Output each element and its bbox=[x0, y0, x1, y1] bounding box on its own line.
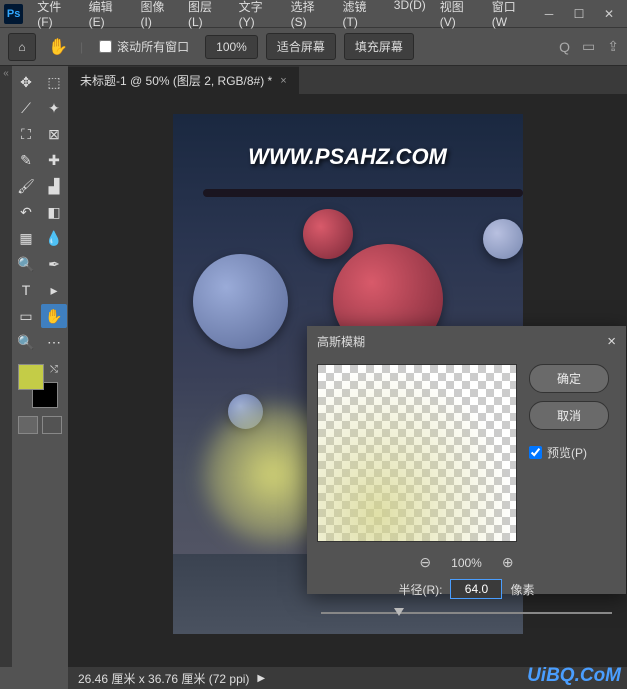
close-button[interactable]: ✕ bbox=[595, 4, 623, 24]
image-lantern bbox=[483, 219, 523, 259]
zoom-out-icon[interactable]: ⊖ bbox=[419, 554, 431, 571]
document-tab[interactable]: 未标题-1 @ 50% (图层 2, RGB/8#) * × bbox=[68, 66, 299, 94]
options-bar: ⌂ ✋ | 滚动所有窗口 100% 适合屏幕 填充屏幕 Q ▭ ⇪ bbox=[0, 28, 627, 66]
healing-tool[interactable]: ✚ bbox=[41, 148, 67, 172]
menu-layer[interactable]: 图层(L) bbox=[182, 0, 231, 32]
menu-3d[interactable]: 3D(D) bbox=[388, 0, 432, 32]
history-brush-tool[interactable]: ↶ bbox=[13, 200, 39, 224]
eraser-tool[interactable]: ◧ bbox=[41, 200, 67, 224]
pen-tool[interactable]: ✒ bbox=[41, 252, 67, 276]
fit-screen-button[interactable]: 适合屏幕 bbox=[266, 33, 336, 60]
move-tool[interactable]: ✥ bbox=[13, 70, 39, 94]
dodge-tool[interactable]: 🔍 bbox=[13, 252, 39, 276]
slider-track bbox=[321, 612, 612, 614]
scroll-all-checkbox[interactable]: 滚动所有窗口 bbox=[91, 38, 197, 55]
gradient-tool[interactable]: ▦ bbox=[13, 226, 39, 250]
toolbox: ✥ ⬚ ⟋ ✦ ⛶ ⊠ ✎ ✚ 🖌 ▟ ↶ ◧ ▦ 💧 🔍 ✒ T ▸ ▭ ✋ … bbox=[12, 66, 68, 667]
swap-colors-icon[interactable]: ⤭ bbox=[50, 364, 62, 376]
hand-tool[interactable]: ✋ bbox=[41, 304, 67, 328]
menu-window[interactable]: 窗口(W bbox=[486, 0, 535, 32]
status-dimensions: 26.46 厘米 x 36.76 厘米 (72 ppi) bbox=[78, 670, 249, 687]
screen-modes bbox=[18, 416, 62, 434]
share-icon[interactable]: ⇪ bbox=[607, 38, 619, 55]
workspace-icon[interactable]: ▭ bbox=[582, 38, 595, 55]
menu-filter[interactable]: 滤镜(T) bbox=[337, 0, 386, 32]
minimize-button[interactable]: ─ bbox=[535, 4, 563, 24]
image-branch bbox=[203, 189, 523, 197]
lasso-tool[interactable]: ⟋ bbox=[13, 96, 39, 120]
radius-label: 半径(R): bbox=[398, 581, 442, 598]
app-logo: Ps bbox=[4, 4, 23, 24]
rectangle-tool[interactable]: ▭ bbox=[13, 304, 39, 328]
tab-close-icon[interactable]: × bbox=[280, 75, 286, 87]
crop-tool[interactable]: ⛶ bbox=[13, 122, 39, 146]
color-swatches[interactable]: ⤭ bbox=[18, 364, 62, 408]
site-watermark: UiBQ.CoM bbox=[527, 665, 621, 687]
marquee-tool[interactable]: ⬚ bbox=[41, 70, 67, 94]
maximize-button[interactable]: ☐ bbox=[565, 4, 593, 24]
fill-screen-button[interactable]: 填充屏幕 bbox=[344, 33, 414, 60]
menu-file[interactable]: 文件(F) bbox=[31, 0, 80, 32]
preview-checkbox-input[interactable] bbox=[529, 446, 542, 459]
panel-collapse-strip[interactable] bbox=[0, 66, 12, 667]
main-menu: 文件(F) 编辑(E) 图像(I) 图层(L) 文字(Y) 选择(S) 滤镜(T… bbox=[31, 0, 535, 32]
radius-row: 半径(R): 像素 bbox=[307, 579, 626, 599]
edit-toolbar[interactable]: ⋯ bbox=[41, 330, 67, 354]
standard-mode[interactable] bbox=[18, 416, 38, 434]
dialog-close-icon[interactable]: × bbox=[607, 333, 616, 350]
menu-edit[interactable]: 编辑(E) bbox=[83, 0, 133, 32]
hand-tool-indicator: ✋ bbox=[44, 33, 72, 61]
scroll-all-input[interactable] bbox=[99, 40, 112, 53]
zoom-in-icon[interactable]: ⊕ bbox=[502, 554, 514, 571]
radius-slider[interactable] bbox=[321, 607, 612, 619]
document-tabs: 未标题-1 @ 50% (图层 2, RGB/8#) * × bbox=[68, 66, 627, 94]
scroll-all-label: 滚动所有窗口 bbox=[117, 38, 189, 55]
brush-tool[interactable]: 🖌 bbox=[13, 174, 39, 198]
titlebar: Ps 文件(F) 编辑(E) 图像(I) 图层(L) 文字(Y) 选择(S) 滤… bbox=[0, 0, 627, 28]
radius-unit: 像素 bbox=[510, 581, 534, 598]
blur-preview[interactable] bbox=[317, 364, 517, 542]
menu-text[interactable]: 文字(Y) bbox=[233, 0, 283, 32]
zoom-tool[interactable]: 🔍 bbox=[13, 330, 39, 354]
frame-tool[interactable]: ⊠ bbox=[41, 122, 67, 146]
quickmask-mode[interactable] bbox=[42, 416, 62, 434]
preview-zoom-controls: ⊖ 100% ⊕ bbox=[307, 554, 626, 571]
default-colors-icon[interactable] bbox=[18, 396, 30, 408]
menu-image[interactable]: 图像(I) bbox=[135, 0, 181, 32]
ok-button[interactable]: 确定 bbox=[529, 364, 609, 393]
menu-view[interactable]: 视图(V) bbox=[434, 0, 484, 32]
stamp-tool[interactable]: ▟ bbox=[41, 174, 67, 198]
type-tool[interactable]: T bbox=[13, 278, 39, 302]
image-lantern bbox=[303, 209, 353, 259]
gaussian-blur-dialog: 高斯模糊 × 确定 取消 预览(P) ⊖ 100% ⊕ 半径(R): 像素 bbox=[307, 326, 626, 594]
foreground-color[interactable] bbox=[18, 364, 44, 390]
menu-select[interactable]: 选择(S) bbox=[285, 0, 335, 32]
document-tab-title: 未标题-1 @ 50% (图层 2, RGB/8#) * bbox=[80, 72, 272, 89]
dialog-title: 高斯模糊 bbox=[317, 333, 365, 350]
search-icon[interactable]: Q bbox=[559, 39, 570, 55]
preview-checkbox[interactable]: 预览(P) bbox=[529, 444, 609, 461]
image-watermark: WWW.PSAHZ.COM bbox=[248, 144, 447, 170]
home-button[interactable]: ⌂ bbox=[8, 33, 36, 61]
window-controls: ─ ☐ ✕ bbox=[535, 4, 623, 24]
blur-tool[interactable]: 💧 bbox=[41, 226, 67, 250]
radius-input[interactable] bbox=[450, 579, 502, 599]
path-select-tool[interactable]: ▸ bbox=[41, 278, 67, 302]
status-arrow-icon[interactable]: ▶ bbox=[257, 673, 265, 684]
preview-zoom-value: 100% bbox=[451, 556, 482, 570]
image-lantern bbox=[193, 254, 288, 349]
slider-thumb[interactable] bbox=[394, 608, 404, 616]
eyedropper-tool[interactable]: ✎ bbox=[13, 148, 39, 172]
preview-label: 预览(P) bbox=[547, 444, 587, 461]
zoom-100-button[interactable]: 100% bbox=[205, 35, 258, 59]
quick-select-tool[interactable]: ✦ bbox=[41, 96, 67, 120]
dialog-titlebar[interactable]: 高斯模糊 × bbox=[307, 326, 626, 356]
cancel-button[interactable]: 取消 bbox=[529, 401, 609, 430]
